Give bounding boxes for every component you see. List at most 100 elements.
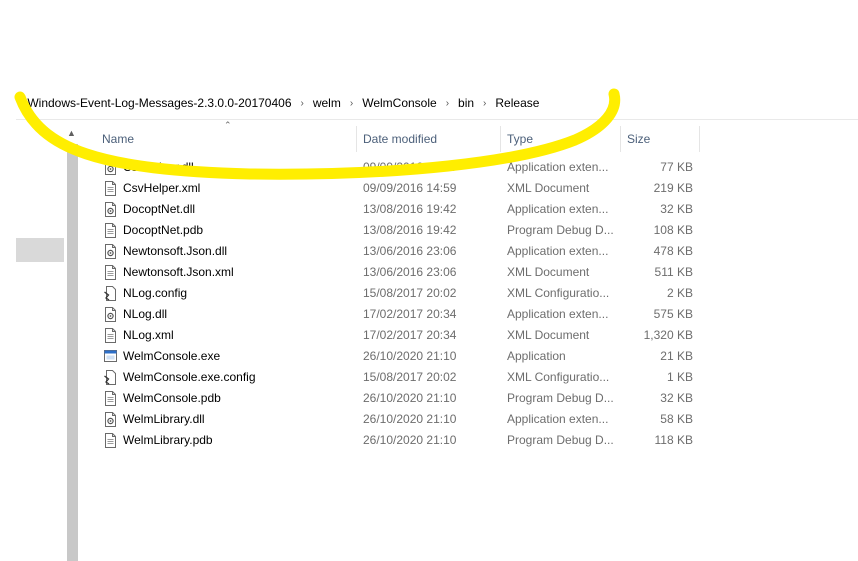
document-file-icon [104,328,117,343]
column-header-name[interactable]: Name [96,126,357,152]
file-date-modified: 13/06/2016 23:06 [363,244,457,258]
dll-file-icon [104,307,117,322]
file-type: XML Document [507,265,590,279]
file-type: Program Debug D... [507,223,614,237]
scroll-up-arrow-icon[interactable]: ▲ [67,128,76,138]
file-size: 118 KB [654,433,693,447]
file-date-modified: 13/06/2016 23:06 [363,265,457,279]
file-date-modified: 09/09/2016 14:59 [363,181,457,195]
file-type: Program Debug D... [507,391,614,405]
file-date-modified: 13/08/2016 19:42 [363,202,457,216]
file-row[interactable]: NLog.xml 17/02/2017 20:34 XML Document 1,32… [96,325,700,346]
breadcrumb-item-release[interactable]: Release [495,96,539,110]
file-type: Application exten... [507,307,609,321]
file-row[interactable]: WelmConsole.exe 26/10/2020 21:10 Applicati… [96,346,700,367]
column-header-size[interactable]: Size [621,126,700,152]
navigation-pane-selected-item[interactable] [16,238,64,262]
file-name: DocoptNet.dll [123,202,196,216]
file-date-modified: 09/09/2016 14:59 [363,160,457,174]
file-name: WelmConsole.exe [123,349,221,363]
file-size: 32 KB [660,391,693,405]
column-header-name-label: Name [102,132,135,146]
config-file-icon [104,286,117,301]
document-file-icon [104,391,117,406]
file-name: NLog.dll [123,307,168,321]
file-size: 2 KB [666,286,693,300]
file-row[interactable]: Newtonsoft.Json.xml 13/06/2016 23:06 XML D… [96,262,700,283]
document-file-icon [104,265,117,280]
file-type: XML Configuratio... [507,286,610,300]
navigation-pane-scrollbar[interactable]: ▲ [66,122,80,561]
file-row[interactable]: DocoptNet.pdb 13/08/2016 19:42 Program Deb… [96,220,700,241]
dll-file-icon [104,244,117,259]
file-type: Application [507,349,566,363]
column-header-date-label: Date modified [363,132,438,146]
file-name: Newtonsoft.Json.xml [123,265,234,279]
file-date-modified: 17/02/2017 20:34 [363,328,457,342]
file-date-modified: 15/08/2017 20:02 [363,370,457,384]
file-type: Application exten... [507,160,609,174]
file-row[interactable]: CsvHelper.dll 09/09/2016 14:59 Application… [96,157,700,178]
chevron-right-icon[interactable]: › [350,98,353,109]
file-size: 575 KB [653,307,693,321]
breadcrumb-item-bin[interactable]: bin [458,96,474,110]
file-size: 478 KB [653,244,693,258]
file-row[interactable]: NLog.dll 17/02/2017 20:34 Application exte… [96,304,700,325]
chevron-right-icon[interactable]: › [446,98,449,109]
file-row[interactable]: NLog.config 15/08/2017 20:02 XML Configura… [96,283,700,304]
file-name: WelmLibrary.dll [123,412,205,426]
scrollbar-thumb[interactable] [67,144,78,561]
file-type: XML Document [507,328,590,342]
file-row[interactable]: WelmLibrary.dll 26/10/2020 21:10 Applicati… [96,409,700,430]
file-date-modified: 17/02/2017 20:34 [363,307,457,321]
file-name: NLog.xml [123,328,174,342]
chevron-right-icon[interactable]: › [301,98,304,109]
file-type: XML Configuratio... [507,370,610,384]
file-name: WelmConsole.exe.config [123,370,256,384]
file-size: 511 KB [654,265,693,279]
column-header-size-label: Size [627,132,651,146]
file-list: CsvHelper.dll 09/09/2016 14:59 Application… [96,157,700,451]
document-file-icon [104,181,117,196]
file-row[interactable]: DocoptNet.dll 13/08/2016 19:42 Application… [96,199,700,220]
file-row[interactable]: WelmConsole.pdb 26/10/2020 21:10 Program D… [96,388,700,409]
config-file-icon [104,370,117,385]
file-row[interactable]: WelmConsole.exe.config 15/08/2017 20:02 XM… [96,367,700,388]
document-file-icon [104,433,117,448]
file-size: 1 KB [666,370,693,384]
file-date-modified: 26/10/2020 21:10 [363,349,457,363]
file-date-modified: 26/10/2020 21:10 [363,433,457,447]
column-header-type[interactable]: Type [501,126,621,152]
file-size: 219 KB [653,181,693,195]
file-size: 77 KB [660,160,693,174]
file-date-modified: 13/08/2016 19:42 [363,223,457,237]
file-row[interactable]: Newtonsoft.Json.dll 13/06/2016 23:06 Appli… [96,241,700,262]
chevron-right-icon[interactable]: › [483,98,486,109]
file-date-modified: 26/10/2020 21:10 [363,391,457,405]
file-name: DocoptNet.pdb [123,223,204,237]
address-bar-divider [16,119,858,120]
file-name: WelmLibrary.pdb [123,433,213,447]
dll-file-icon [104,412,117,427]
column-header-type-label: Type [507,132,534,146]
chevron-right-icon[interactable]: › [18,98,21,109]
file-size: 108 KB [653,223,693,237]
file-name: CsvHelper.dll [123,160,194,174]
file-date-modified: 15/08/2017 20:02 [363,286,457,300]
dll-file-icon [104,202,117,217]
file-name: NLog.config [123,286,188,300]
file-size: 1,320 KB [643,328,693,342]
file-name: CsvHelper.xml [123,181,201,195]
file-type: Program Debug D... [507,433,614,447]
file-size: 58 KB [660,412,693,426]
column-header-date-modified[interactable]: Date modified [357,126,501,152]
file-type: XML Document [507,181,590,195]
file-date-modified: 26/10/2020 21:10 [363,412,457,426]
breadcrumb-item-welm[interactable]: welm [313,96,341,110]
breadcrumb-item-welmconsole[interactable]: WelmConsole [362,96,436,110]
column-divider[interactable] [699,126,700,152]
file-type: Application exten... [507,202,609,216]
file-row[interactable]: CsvHelper.xml 09/09/2016 14:59 XML Documen… [96,178,700,199]
file-row[interactable]: WelmLibrary.pdb 26/10/2020 21:10 Program D… [96,430,700,451]
breadcrumb-item-root[interactable]: Windows-Event-Log-Messages-2.3.0.0-20170… [27,96,291,110]
